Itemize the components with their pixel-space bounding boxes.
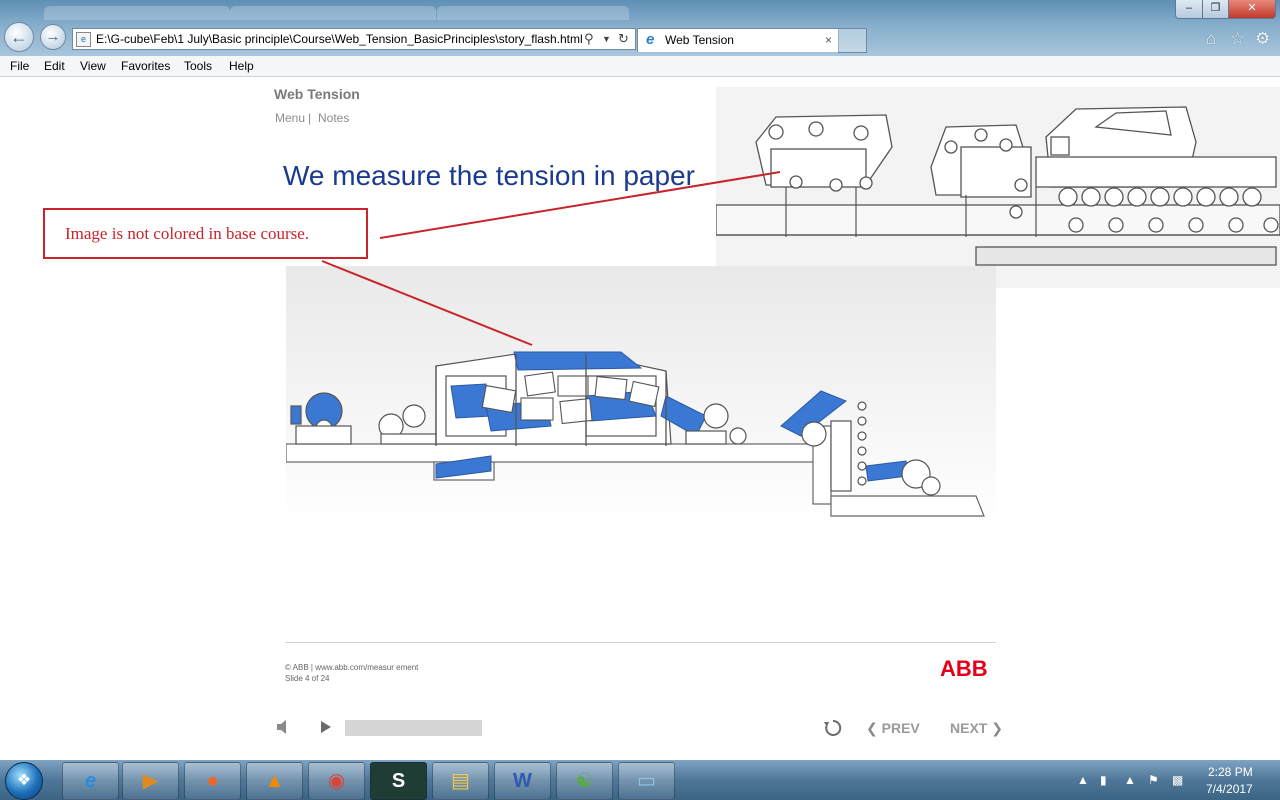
clock-time[interactable]: 2:28 PM xyxy=(1208,765,1253,779)
next-button[interactable]: NEXT ❯ xyxy=(950,719,1003,737)
favorites-star-icon[interactable]: ☆ xyxy=(1230,28,1245,50)
address-text[interactable]: E:\G-cube\Feb\1 July\Basic principle\Cou… xyxy=(96,29,583,49)
volume-icon[interactable] xyxy=(276,719,292,735)
network-app-icon[interactable]: ☯ xyxy=(556,762,613,800)
media-player-icon[interactable]: ▶ xyxy=(122,762,179,800)
chevron-left-icon: ❮ xyxy=(866,720,878,736)
firefox-icon[interactable]: ● xyxy=(184,762,241,800)
menu-tools[interactable]: Tools xyxy=(184,56,212,76)
prev-label: PREV xyxy=(881,720,920,736)
file-explorer-icon[interactable]: ▤ xyxy=(432,762,489,800)
page-icon: e xyxy=(76,32,91,47)
forward-icon[interactable]: → xyxy=(40,24,66,50)
word-icon[interactable]: W xyxy=(494,762,551,800)
home-icon[interactable]: ⌂ xyxy=(1206,28,1216,50)
abb-logo: ABB xyxy=(940,656,988,681)
address-bar[interactable]: e E:\G-cube\Feb\1 July\Basic principle\C… xyxy=(72,28,636,50)
notepad-app-icon[interactable]: ▭ xyxy=(618,762,675,800)
chevron-right-icon: ❯ xyxy=(991,720,1003,736)
minimize-button[interactable]: ‒ xyxy=(1175,0,1203,19)
tools-gear-icon[interactable]: ⚙ xyxy=(1255,28,1270,50)
network-signal-icon[interactable]: ▩ xyxy=(1172,760,1183,800)
background-tab[interactable] xyxy=(230,6,436,20)
action-center-icon[interactable]: ⚑ xyxy=(1148,760,1159,800)
background-tab[interactable] xyxy=(44,6,230,20)
paper-machine-image xyxy=(286,266,996,524)
menu-edit[interactable]: Edit xyxy=(44,56,65,76)
search-icon[interactable]: ⚲ xyxy=(584,30,594,48)
slide-counter: Slide 4 of 24 xyxy=(285,674,330,683)
menu-bar: File Edit View Favorites Tools Help xyxy=(0,56,1280,77)
tab-label: Web Tension xyxy=(665,33,734,47)
annotation-callout: Image is not colored in base course. xyxy=(43,208,368,259)
menu-view[interactable]: View xyxy=(80,56,106,76)
chevron-down-icon[interactable]: ▼ xyxy=(602,30,611,48)
start-button[interactable]: ❖ xyxy=(5,762,43,800)
link-separator: | xyxy=(308,111,312,125)
replay-icon[interactable] xyxy=(824,719,842,737)
app-s-icon[interactable]: S xyxy=(370,762,427,800)
menu-favorites[interactable]: Favorites xyxy=(121,56,170,76)
menu-link[interactable]: Menu xyxy=(275,111,305,125)
notes-link[interactable]: Notes xyxy=(318,111,349,125)
clock-date[interactable]: 7/4/2017 xyxy=(1206,782,1253,796)
prev-button[interactable]: ❮ PREV xyxy=(866,719,920,737)
browser-chrome: ‒ ❐ ✕ ← → e E:\G-cube\Feb\1 July\Basic p… xyxy=(0,0,1280,56)
battery-icon[interactable]: ▮ xyxy=(1100,760,1107,800)
course-title: Web Tension xyxy=(274,86,360,102)
menu-file[interactable]: File xyxy=(10,56,29,76)
annotation-text: Image is not colored in base course. xyxy=(65,224,310,243)
inset-machine-image xyxy=(716,87,1280,288)
tab-web-tension[interactable]: e Web Tension × xyxy=(637,28,839,52)
vlc-icon[interactable]: ▲ xyxy=(246,762,303,800)
tray-expand-icon[interactable]: ▲ xyxy=(1077,760,1089,800)
slide-title: We measure the tension in paper xyxy=(283,160,695,191)
chrome-icon[interactable]: ◉ xyxy=(308,762,365,800)
back-icon[interactable]: ← xyxy=(4,22,34,52)
menu-help[interactable]: Help xyxy=(229,56,254,76)
refresh-icon[interactable]: ↻ xyxy=(618,30,629,48)
volume-muted-icon[interactable]: ▲ xyxy=(1124,760,1136,800)
seek-bar[interactable] xyxy=(345,720,482,736)
restore-button[interactable]: ❐ xyxy=(1202,0,1229,19)
footer-divider xyxy=(285,642,996,643)
footer-copyright: © ABB | www.abb.com/measur ement xyxy=(285,663,419,672)
new-tab-button[interactable] xyxy=(838,28,867,53)
next-label: NEXT xyxy=(950,720,988,736)
tab-close-icon[interactable]: × xyxy=(825,29,832,52)
internet-explorer-icon[interactable]: e xyxy=(62,762,119,800)
background-tab[interactable] xyxy=(437,6,629,20)
play-icon[interactable] xyxy=(319,719,333,735)
ie-page-icon: e xyxy=(646,31,655,48)
close-window-button[interactable]: ✕ xyxy=(1228,0,1276,19)
